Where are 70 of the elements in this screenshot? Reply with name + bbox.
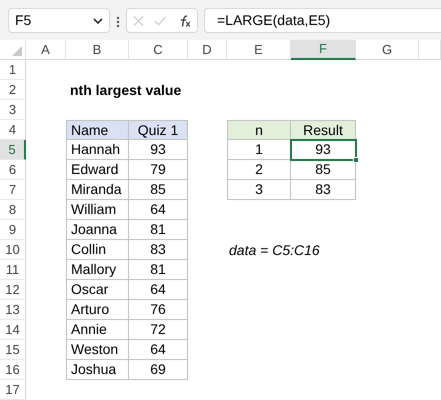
table-cell: 81	[129, 220, 188, 240]
table-cell: 93	[129, 140, 188, 160]
more-options-icon[interactable]	[116, 16, 120, 28]
row-header[interactable]: 10	[0, 240, 26, 260]
column-header[interactable]: E	[227, 40, 291, 60]
column-heading: Name	[66, 120, 129, 140]
column-heading: n	[227, 120, 291, 140]
table-cell: 83	[291, 180, 356, 200]
column-header[interactable]: D	[188, 40, 227, 60]
name-box[interactable]: F5	[8, 8, 110, 33]
cancel-icon[interactable]	[133, 14, 144, 26]
table-cell: 3	[227, 180, 291, 200]
enter-icon[interactable]	[154, 16, 166, 26]
row-header[interactable]: 3	[0, 100, 26, 120]
table-cell: Weston	[66, 340, 129, 360]
sheet-title: nth largest value	[69, 80, 182, 100]
table-cell: 69	[129, 360, 188, 380]
table-cell: Mallory	[66, 260, 129, 280]
formula-field[interactable]: =LARGE(data,E5)	[204, 8, 441, 33]
table-cell: 72	[129, 320, 188, 340]
column-heading: Quiz 1	[129, 120, 188, 140]
table-cell: 2	[227, 160, 291, 180]
row-header[interactable]: 15	[0, 340, 26, 360]
table-cell: 1	[227, 140, 291, 160]
row-header[interactable]: 11	[0, 260, 26, 280]
chevron-down-icon	[93, 18, 103, 24]
column-heading: Result	[291, 120, 356, 140]
table-cell: 79	[129, 160, 188, 180]
table-cell: 81	[129, 260, 188, 280]
table-cell: 85	[129, 180, 188, 200]
table-cell: Miranda	[66, 180, 129, 200]
table-cell: 83	[129, 240, 188, 260]
table-cell: Edward	[66, 160, 129, 180]
row-header[interactable]: 5	[0, 140, 26, 160]
select-all-button[interactable]	[0, 40, 26, 60]
row-header[interactable]: 8	[0, 200, 26, 220]
row-header[interactable]: 4	[0, 120, 26, 140]
table-cell: 64	[129, 280, 188, 300]
table-cell: 76	[129, 300, 188, 320]
row-header[interactable]: 13	[0, 300, 26, 320]
named-range-note: data = C5:C16	[228, 240, 321, 260]
row-header[interactable]: 12	[0, 280, 26, 300]
table-cell: 64	[129, 200, 188, 220]
column-header[interactable]: A	[26, 40, 66, 60]
row-header[interactable]: 7	[0, 180, 26, 200]
column-header[interactable]: F	[291, 40, 356, 60]
table-cell: Arturo	[66, 300, 129, 320]
row-header[interactable]: 6	[0, 160, 26, 180]
column-header[interactable]: G	[356, 40, 419, 60]
fill-handle[interactable]	[353, 157, 359, 163]
row-header[interactable]: 14	[0, 320, 26, 340]
column-header[interactable]: B	[66, 40, 129, 60]
selected-cell[interactable]: 93	[291, 140, 356, 160]
row-header[interactable]: 2	[0, 80, 26, 100]
table-cell: 85	[291, 160, 356, 180]
row-header[interactable]: 1	[0, 60, 26, 80]
table-cell: Oscar	[66, 280, 129, 300]
row-header[interactable]: 9	[0, 220, 26, 240]
row-header[interactable]: 17	[0, 380, 26, 400]
select-all-icon[interactable]	[12, 46, 22, 56]
table-cell: Annie	[66, 320, 129, 340]
table-cell: Joshua	[66, 360, 129, 380]
table-cell: Hannah	[66, 140, 129, 160]
table-cell: Collin	[66, 240, 129, 260]
table-cell: William	[66, 200, 129, 220]
table-cell: 64	[129, 340, 188, 360]
table-cell: Joanna	[66, 220, 129, 240]
row-header[interactable]: 16	[0, 360, 26, 380]
column-header[interactable]	[419, 40, 441, 60]
column-header[interactable]: C	[129, 40, 188, 60]
